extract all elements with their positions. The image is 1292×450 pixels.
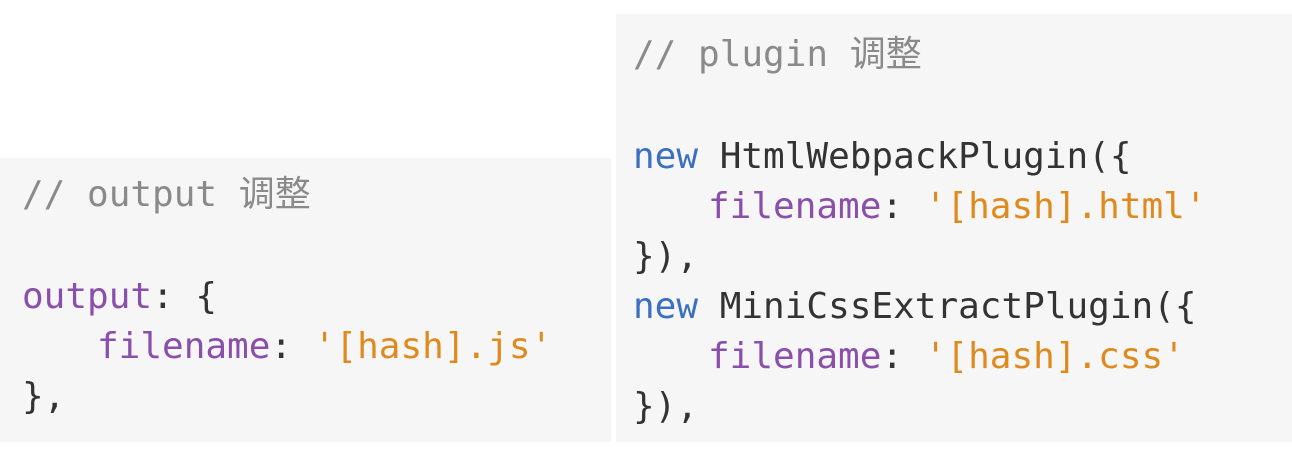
code-line: }),: [633, 232, 1292, 282]
code-punct: },: [22, 376, 66, 417]
code-key: filename: [708, 186, 882, 227]
code-line: // output 调整: [22, 170, 611, 220]
plugin-code-block: // plugin 调整 new HtmlWebpackPlugin({ fil…: [616, 14, 1292, 442]
code-line: output: {: [22, 272, 611, 322]
code-punct: :: [881, 186, 925, 227]
code-line: filename: '[hash].js': [22, 322, 611, 372]
code-identifier: HtmlWebpackPlugin({: [698, 136, 1132, 177]
code-key: output: [22, 276, 153, 317]
code-string: '[hash].html': [924, 186, 1207, 227]
code-line: },: [22, 372, 611, 422]
code-line: new HtmlWebpackPlugin({: [633, 132, 1292, 182]
code-punct: }),: [633, 386, 699, 427]
code-key: filename: [708, 336, 882, 377]
code-punct: :: [270, 326, 314, 367]
code-keyword: new: [633, 136, 699, 177]
code-line: filename: '[hash].html': [633, 182, 1292, 232]
code-line: filename: '[hash].css': [633, 332, 1292, 382]
code-line: new MiniCssExtractPlugin({: [633, 282, 1292, 332]
code-comment: // output 调整: [22, 174, 311, 215]
code-keyword: new: [633, 286, 699, 327]
code-line: }),: [633, 382, 1292, 432]
code-comment: // plugin 调整: [633, 34, 922, 75]
code-string: '[hash].js': [313, 326, 553, 367]
code-punct: :: [881, 336, 925, 377]
code-identifier: MiniCssExtractPlugin({: [698, 286, 1197, 327]
code-line: // plugin 调整: [633, 30, 1292, 80]
output-code-block: // output 调整 output: { filename: '[hash]…: [0, 158, 611, 442]
code-key: filename: [97, 326, 271, 367]
code-punct: : {: [152, 276, 218, 317]
code-punct: }),: [633, 236, 699, 277]
code-string: '[hash].css': [924, 336, 1185, 377]
